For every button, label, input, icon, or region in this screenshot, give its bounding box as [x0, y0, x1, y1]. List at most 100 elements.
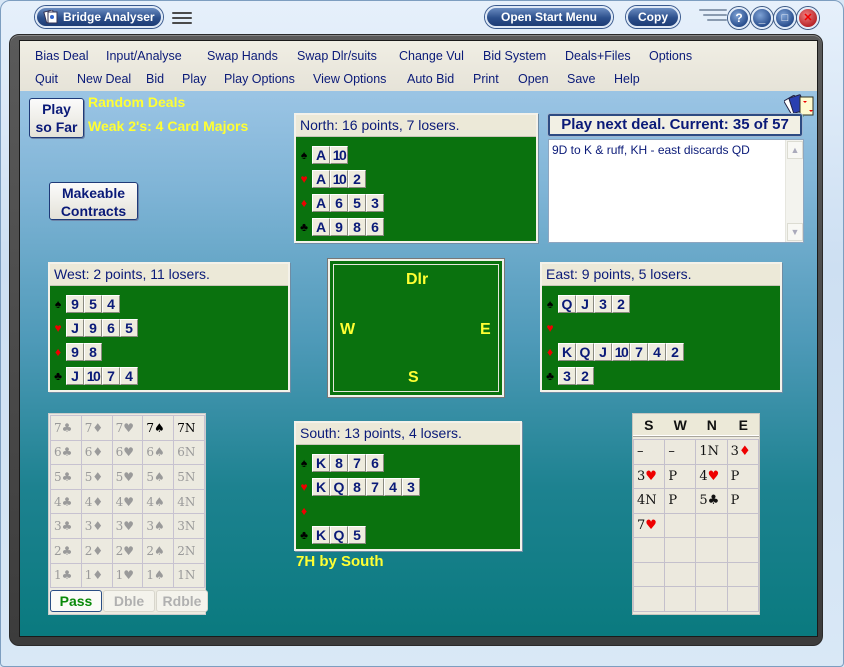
menu-options[interactable]: Options [649, 49, 692, 63]
minimize-icon[interactable]: _ [751, 7, 773, 29]
deal-notes-textbox[interactable]: 9D to K & ruff, KH - east discards QD ▲ … [548, 139, 804, 243]
card[interactable]: 8 [330, 454, 348, 472]
card[interactable]: 4 [648, 343, 666, 361]
card[interactable]: 9 [66, 343, 84, 361]
bid-cell: 4♣ [50, 488, 82, 515]
open-start-menu-button[interactable]: Open Start Menu [485, 6, 613, 28]
card[interactable]: A [312, 146, 330, 164]
card[interactable]: 7 [366, 478, 384, 496]
club-suit-icon: ♣ [546, 369, 554, 383]
card[interactable]: K [312, 454, 330, 472]
card[interactable]: 2 [666, 343, 684, 361]
card[interactable]: 2 [576, 367, 594, 385]
menu-input-analyse[interactable]: Input/Analyse [106, 49, 182, 63]
diamond-suit-icon: ♦ [300, 196, 308, 210]
card[interactable]: 5 [348, 526, 366, 544]
makeable-contracts-button[interactable]: Makeable Contracts [49, 182, 138, 220]
scroll-down-icon[interactable]: ▼ [787, 223, 803, 241]
card[interactable]: Q [558, 295, 576, 313]
card[interactable]: K [312, 526, 330, 544]
card[interactable]: A [312, 194, 330, 212]
redouble-button[interactable]: Rdble [156, 590, 208, 612]
card[interactable]: Q [576, 343, 594, 361]
card[interactable]: 2 [348, 170, 366, 188]
auction-row: 4N P 5♣ P [632, 488, 760, 514]
scroll-up-icon[interactable]: ▲ [787, 141, 803, 159]
card[interactable]: 2 [612, 295, 630, 313]
card[interactable]: 5 [120, 319, 138, 337]
card[interactable]: 6 [366, 454, 384, 472]
menu-new-deal[interactable]: New Deal [77, 72, 131, 86]
auction-header-west: W [673, 417, 687, 433]
card[interactable]: 10 [330, 170, 348, 188]
app-title-button[interactable]: Bridge Analyser [35, 6, 163, 28]
pass-button[interactable]: Pass [50, 590, 102, 612]
maximize-icon[interactable]: □ [774, 7, 796, 29]
menu-print[interactable]: Print [473, 72, 499, 86]
card[interactable]: 4 [120, 367, 138, 385]
card[interactable]: K [312, 478, 330, 496]
card[interactable]: 8 [84, 343, 102, 361]
copy-button[interactable]: Copy [626, 6, 680, 28]
double-button[interactable]: Dble [103, 590, 155, 612]
card[interactable]: 10 [612, 343, 630, 361]
card[interactable]: 10 [84, 367, 102, 385]
card[interactable]: J [66, 367, 84, 385]
menu-quit[interactable]: Quit [35, 72, 58, 86]
card[interactable]: 6 [102, 319, 120, 337]
card[interactable]: J [576, 295, 594, 313]
menu-play[interactable]: Play [182, 72, 206, 86]
card[interactable]: 9 [330, 218, 348, 236]
card[interactable]: 5 [84, 295, 102, 313]
auction-table: S W N E – –1N 3♦ 3♥ P 4♥ P 4N P 5♣ P 7♥ [632, 413, 760, 615]
card[interactable]: 4 [384, 478, 402, 496]
card[interactable]: Q [330, 478, 348, 496]
menu-change-vul[interactable]: Change Vul [399, 49, 464, 63]
bid-cell[interactable]: 7♠ [142, 415, 175, 441]
card[interactable]: 9 [84, 319, 102, 337]
hamburger-menu-icon[interactable] [172, 12, 192, 24]
card[interactable]: 4 [102, 295, 120, 313]
card[interactable]: 3 [402, 478, 420, 496]
card[interactable]: 3 [594, 295, 612, 313]
card[interactable]: 6 [330, 194, 348, 212]
card[interactable]: 10 [330, 146, 348, 164]
card[interactable]: J [66, 319, 84, 337]
card[interactable]: 5 [348, 194, 366, 212]
menu-view-options[interactable]: View Options [313, 72, 386, 86]
card[interactable]: Q [330, 526, 348, 544]
card[interactable]: 3 [366, 194, 384, 212]
menu-open[interactable]: Open [518, 72, 549, 86]
close-icon[interactable]: ✕ [797, 7, 819, 29]
menu-bias-deal[interactable]: Bias Deal [35, 49, 89, 63]
card[interactable]: 6 [366, 218, 384, 236]
card[interactable]: J [594, 343, 612, 361]
menu-play-options[interactable]: Play Options [224, 72, 295, 86]
menu-swap-hands[interactable]: Swap Hands [207, 49, 278, 63]
menu-save[interactable]: Save [567, 72, 596, 86]
card[interactable]: 7 [630, 343, 648, 361]
play-so-far-button[interactable]: Play so Far [29, 98, 84, 138]
card[interactable]: A [312, 170, 330, 188]
card[interactable]: 3 [558, 367, 576, 385]
menu-help[interactable]: Help [614, 72, 640, 86]
card[interactable]: 7 [102, 367, 120, 385]
menu-deals-files[interactable]: Deals+Files [565, 49, 631, 63]
auction-cell [726, 537, 760, 563]
card[interactable]: 8 [348, 218, 366, 236]
card[interactable]: K [558, 343, 576, 361]
card[interactable]: 8 [348, 478, 366, 496]
menu-swap-dlr-suits[interactable]: Swap Dlr/suits [297, 49, 377, 63]
notes-scrollbar[interactable]: ▲ ▼ [785, 140, 803, 242]
menu-auto-bid[interactable]: Auto Bid [407, 72, 454, 86]
play-next-deal-button[interactable]: Play next deal. Current: 35 of 57 [547, 113, 803, 137]
bid-cell[interactable]: 7N [173, 415, 205, 441]
menu-bid-system[interactable]: Bid System [483, 49, 546, 63]
card[interactable]: 9 [66, 295, 84, 313]
menu-bid[interactable]: Bid [146, 72, 164, 86]
card[interactable]: 7 [348, 454, 366, 472]
bid-cell: 5♠ [142, 464, 175, 490]
help-icon[interactable]: ? [728, 7, 750, 29]
bid-cell: 6N [173, 439, 205, 466]
card[interactable]: A [312, 218, 330, 236]
